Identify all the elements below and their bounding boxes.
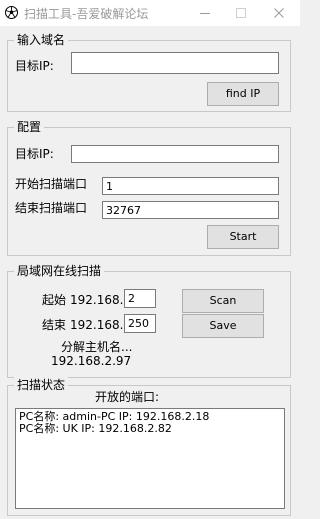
scan-end-input[interactable]: 250 (124, 314, 156, 333)
config-group: 配置 目标IP: 开始扫描端口 1 结束扫描端口 32767 Start (7, 119, 291, 256)
find-ip-group: 输入域名 目标IP: find IP (7, 32, 291, 112)
window-body: 输入域名 目标IP: find IP 配置 目标IP: 开始扫描端口 1 结束扫… (0, 26, 300, 519)
minimize-icon (200, 13, 210, 14)
status-group: 扫描状态 开放的端口: PC名称: admin-PC IP: 192.168.2… (7, 377, 291, 516)
scan-start-label: 起始 (42, 293, 67, 307)
lan-scan-legend: 局域网在线扫描 (14, 263, 105, 279)
start-button[interactable]: Start (207, 225, 279, 249)
save-button[interactable]: Save (182, 314, 264, 338)
resolving-hostname-text: 分解主机名... (61, 340, 133, 354)
config-target-input[interactable] (71, 145, 279, 163)
scan-start-input[interactable]: 2 (124, 289, 156, 308)
find-ip-button[interactable]: find IP (207, 82, 279, 106)
find-ip-legend: 输入域名 (14, 32, 69, 48)
result-line: PC名称: UK IP: 192.168.2.82 (19, 422, 172, 435)
scan-results-box[interactable]: PC名称: admin-PC IP: 192.168.2.18 PC名称: UK… (15, 408, 285, 509)
find-ip-target-input[interactable] (71, 52, 279, 74)
soccer-ball-icon (5, 6, 18, 19)
maximize-icon (236, 8, 246, 18)
lan-scan-group: 局域网在线扫描 起始 192.168.2. 2 结束 192.168.2. 25… (7, 263, 291, 378)
current-scan-ip: 192.168.2.97 (51, 354, 132, 368)
config-legend: 配置 (14, 119, 45, 135)
find-ip-target-label: 目标IP: (15, 59, 54, 73)
maximize-button[interactable] (222, 0, 260, 26)
minimize-button[interactable] (186, 0, 224, 26)
close-icon (274, 8, 284, 18)
end-port-input[interactable]: 32767 (102, 201, 279, 219)
config-target-label: 目标IP: (15, 147, 54, 161)
start-port-input[interactable]: 1 (102, 177, 279, 195)
open-ports-label: 开放的端口: (95, 390, 160, 404)
scan-end-label: 结束 (42, 318, 67, 332)
start-port-label: 开始扫描端口 (15, 177, 88, 191)
end-port-label: 结束扫描端口 (15, 201, 88, 215)
status-legend: 扫描状态 (14, 377, 69, 393)
scan-button[interactable]: Scan (182, 289, 264, 313)
title-bar[interactable]: 扫描工具-吾爱破解论坛 (0, 0, 300, 26)
window-title: 扫描工具-吾爱破解论坛 (24, 7, 149, 21)
close-button[interactable] (260, 0, 298, 26)
